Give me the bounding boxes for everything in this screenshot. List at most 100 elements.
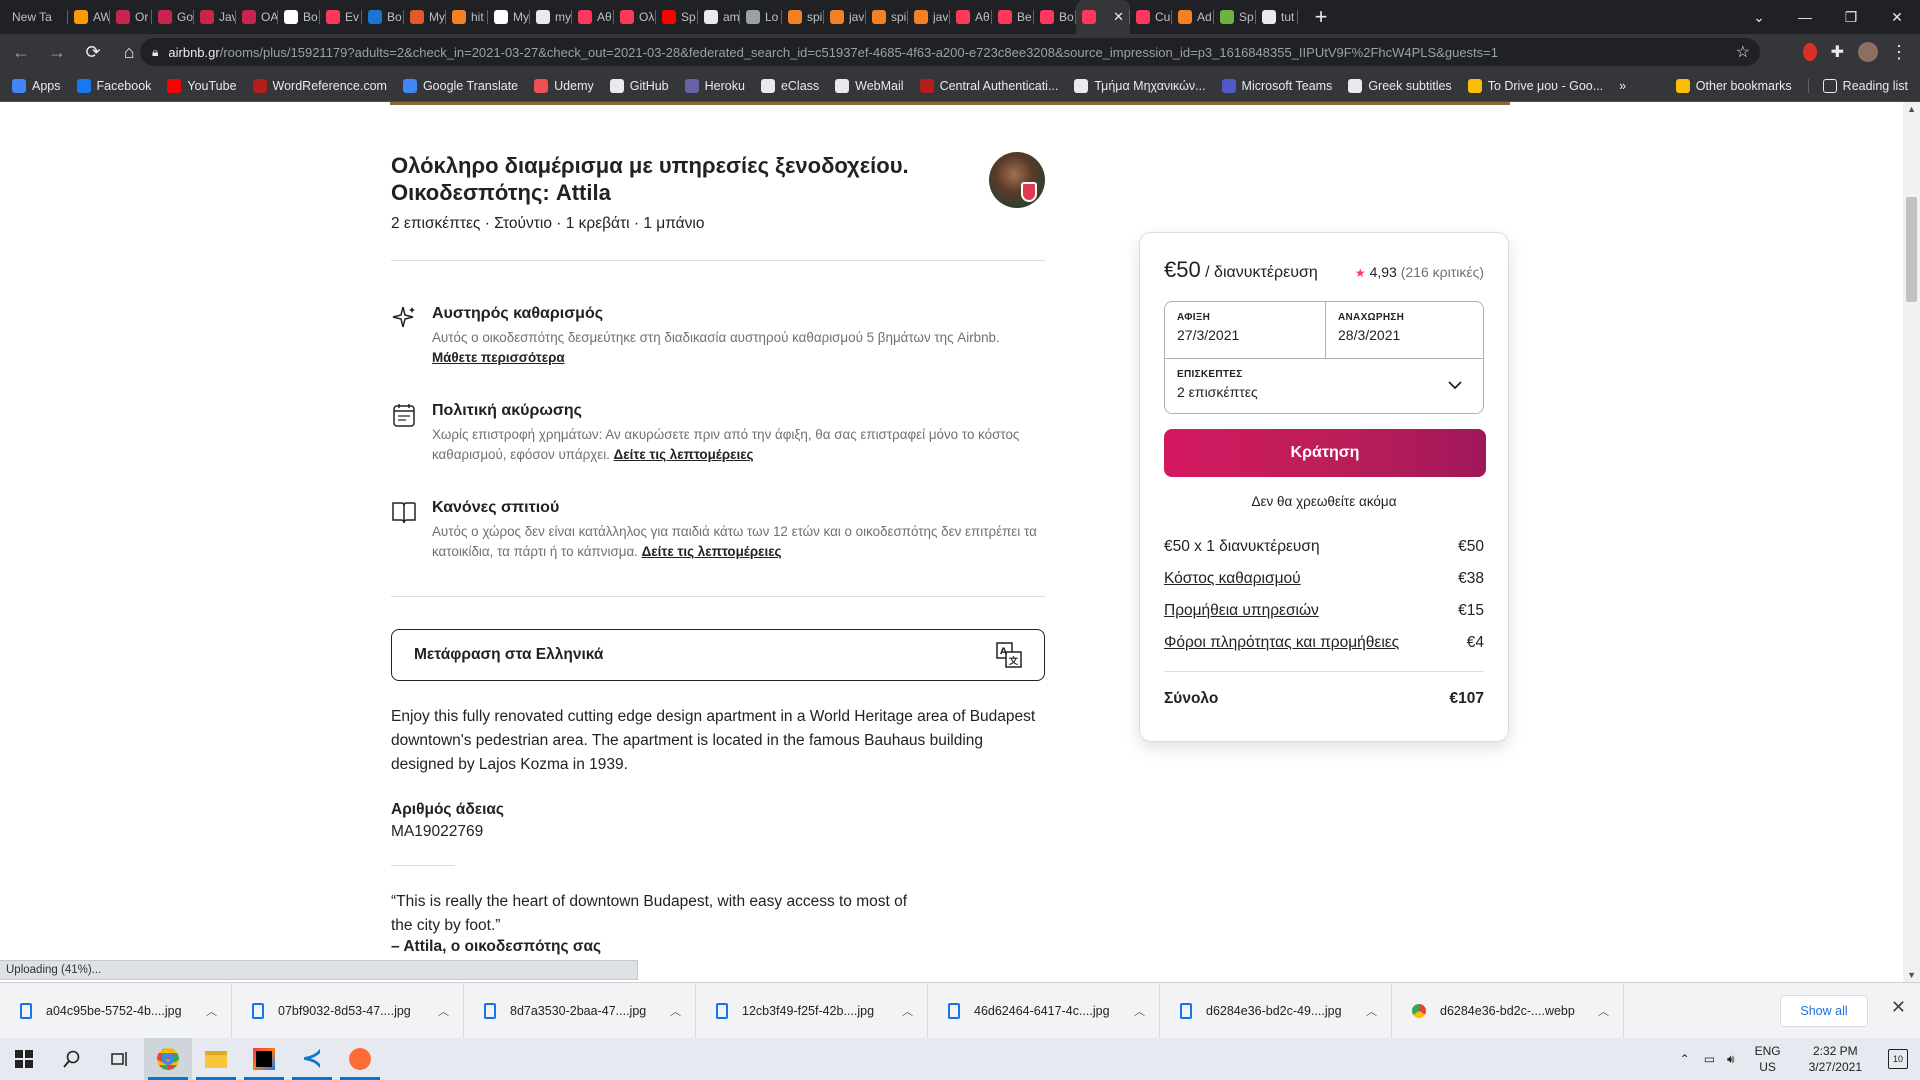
browser-tab[interactable]: jav (908, 0, 950, 34)
clock[interactable]: 2:32 PM 3/27/2021 (1809, 1043, 1862, 1075)
bookmark-item[interactable]: Apps (12, 78, 61, 93)
rating[interactable]: ★ 4,93 (216 κριτικές) (1355, 264, 1484, 280)
bookmark-item[interactable]: Central Authenticati... (919, 78, 1058, 93)
bookmark-item[interactable]: GitHub (609, 78, 669, 93)
bookmark-item[interactable]: To Drive μου - Goo... (1467, 78, 1603, 93)
close-downloads-bar-icon[interactable]: ✕ (1891, 997, 1906, 1018)
bookmark-item[interactable]: WebMail (835, 78, 904, 93)
profile-avatar-icon[interactable] (1858, 42, 1878, 62)
browser-tab[interactable]: Ev (320, 0, 362, 34)
checkout-field[interactable]: ΑΝΑΧΩΡΗΣΗ 28/3/2021 (1326, 302, 1486, 358)
browser-tab[interactable]: Αθ (950, 0, 992, 34)
page-scrollbar[interactable]: ▲ ▼ (1903, 102, 1920, 982)
browser-tab[interactable]: Bo (278, 0, 320, 34)
price-line-label[interactable]: Προμήθεια υπηρεσιών (1164, 602, 1319, 620)
bookmark-item[interactable]: Greek subtitles (1348, 78, 1452, 93)
back-button[interactable]: ← (6, 42, 36, 63)
taskbar-postman[interactable] (336, 1038, 384, 1080)
translate-button[interactable]: Μετάφραση στα Ελληνικά A 文 (391, 629, 1045, 681)
price-line-label[interactable]: Κόστος καθαρισμού (1164, 570, 1301, 588)
download-item[interactable]: 46d62464-6417-4c....jpg ︿ (928, 982, 1160, 1039)
browser-tab[interactable]: my (530, 0, 572, 34)
bookmark-item[interactable]: Udemy (534, 78, 594, 93)
taskbar-vscode[interactable]: ≺ (288, 1038, 336, 1080)
reload-button[interactable]: ⟳ (78, 42, 108, 63)
bookmark-item[interactable]: Google Translate (402, 78, 518, 93)
browser-tab[interactable]: hit (446, 0, 488, 34)
search-button[interactable] (48, 1038, 96, 1080)
download-item[interactable]: a04c95be-5752-4b....jpg ︿ (0, 982, 232, 1039)
chevron-up-icon[interactable]: ︿ (1598, 1003, 1609, 1019)
browser-tab[interactable]: jav (824, 0, 866, 34)
guests-select[interactable]: ΕΠΙΣΚΕΠΤΕΣ 2 επισκέπτες (1165, 358, 1483, 414)
browser-tab[interactable]: My (404, 0, 446, 34)
chevron-up-icon[interactable]: ︿ (670, 1003, 681, 1019)
scrollbar-thumb[interactable] (1906, 197, 1917, 302)
start-button[interactable] (0, 1038, 48, 1080)
feature-details-link[interactable]: Δείτε τις λεπτομέρειες (614, 447, 754, 462)
bookmark-item[interactable]: eClass (760, 78, 819, 93)
browser-tab[interactable]: Βο (1034, 0, 1076, 34)
address-bar[interactable]: 🔒︎ airbnb.gr/rooms/plus/15921179?adults=… (140, 38, 1760, 66)
chevron-up-icon[interactable]: ︿ (438, 1003, 449, 1019)
browser-tab[interactable]: spi (866, 0, 908, 34)
chevron-up-icon[interactable]: ︿ (902, 1003, 913, 1019)
browser-tab[interactable]: Sp (656, 0, 698, 34)
reading-list-button[interactable]: Reading list (1807, 78, 1908, 93)
scroll-down-arrow-icon[interactable]: ▼ (1907, 970, 1916, 980)
input-language[interactable]: ENG US (1755, 1043, 1781, 1075)
other-bookmarks-folder[interactable]: Other bookmarks (1675, 78, 1792, 93)
chevron-up-icon[interactable]: ︿ (1134, 1003, 1145, 1019)
bookmark-item[interactable]: WordReference.com (252, 78, 387, 93)
browser-tab[interactable]: Αθ (572, 0, 614, 34)
browser-tab[interactable]: am (698, 0, 740, 34)
browser-tab[interactable]: AW (68, 0, 110, 34)
feature-details-link[interactable]: Μάθετε περισσότερα (432, 350, 565, 365)
scroll-up-arrow-icon[interactable]: ▲ (1907, 104, 1916, 114)
taskbar-file-explorer[interactable] (192, 1038, 240, 1080)
browser-tab[interactable]: tut (1256, 0, 1298, 34)
browser-tab[interactable]: Ad (1172, 0, 1214, 34)
close-window-button[interactable]: ✕ (1874, 9, 1920, 26)
lock-icon[interactable]: 🔒︎ (152, 45, 158, 60)
chevron-up-icon[interactable]: ︿ (206, 1003, 217, 1019)
new-tab-button[interactable]: + (1306, 4, 1336, 30)
host-avatar[interactable] (989, 152, 1045, 208)
profile-tabsearch-icon[interactable]: ⌄ (1736, 9, 1782, 26)
tab-active[interactable]: ✕ (1076, 0, 1130, 34)
bookmark-item[interactable]: Facebook (76, 78, 151, 93)
browser-tab[interactable]: My (488, 0, 530, 34)
browser-tab[interactable]: New Ta (6, 0, 68, 34)
browser-tab[interactable]: Cu (1130, 0, 1172, 34)
bookmark-star-icon[interactable]: ☆ (1736, 42, 1750, 62)
show-hidden-icons-icon[interactable]: ⌃ (1680, 1052, 1690, 1066)
checkin-field[interactable]: ΑΦΙΞΗ 27/3/2021 (1165, 302, 1326, 358)
bookmark-item[interactable]: Heroku (684, 78, 745, 93)
feature-details-link[interactable]: Δείτε τις λεπτομέρειες (642, 544, 782, 559)
download-item[interactable]: 07bf9032-8d53-47....jpg ︿ (232, 982, 464, 1039)
browser-tab[interactable]: Or (110, 0, 152, 34)
volume-icon[interactable]: 🔊︎ (1727, 1052, 1735, 1067)
browser-tab[interactable]: Sp (1214, 0, 1256, 34)
browser-tab[interactable]: Go (152, 0, 194, 34)
reserve-button[interactable]: Κράτηση (1164, 429, 1486, 477)
bookmark-item[interactable]: Τμήμα Μηχανικών... (1074, 78, 1206, 93)
battery-icon[interactable]: ▭ (1704, 1052, 1715, 1066)
restore-button[interactable]: ❐ (1828, 9, 1874, 26)
browser-tab[interactable]: Ολ (614, 0, 656, 34)
browser-tab[interactable]: Bo (362, 0, 404, 34)
forward-button[interactable]: → (42, 42, 72, 63)
price-line-label[interactable]: Φόροι πληρότητας και προμήθειες (1164, 634, 1399, 652)
taskbar-intellij[interactable] (240, 1038, 288, 1080)
minimize-button[interactable]: — (1782, 9, 1828, 25)
show-all-downloads-button[interactable]: Show all (1780, 995, 1868, 1027)
browser-menu-icon[interactable]: ⋮ (1890, 42, 1908, 63)
task-view-button[interactable] (96, 1038, 144, 1080)
action-center-icon[interactable]: 10 (1888, 1049, 1908, 1069)
bookmark-item[interactable]: YouTube (167, 78, 237, 93)
bookmarks-more-button[interactable]: » (1619, 79, 1626, 93)
browser-tab[interactable]: OA (236, 0, 278, 34)
browser-tab[interactable]: Jav (194, 0, 236, 34)
download-item[interactable]: 8d7a3530-2baa-47....jpg ︿ (464, 982, 696, 1039)
close-tab-icon[interactable]: ✕ (1113, 9, 1124, 25)
